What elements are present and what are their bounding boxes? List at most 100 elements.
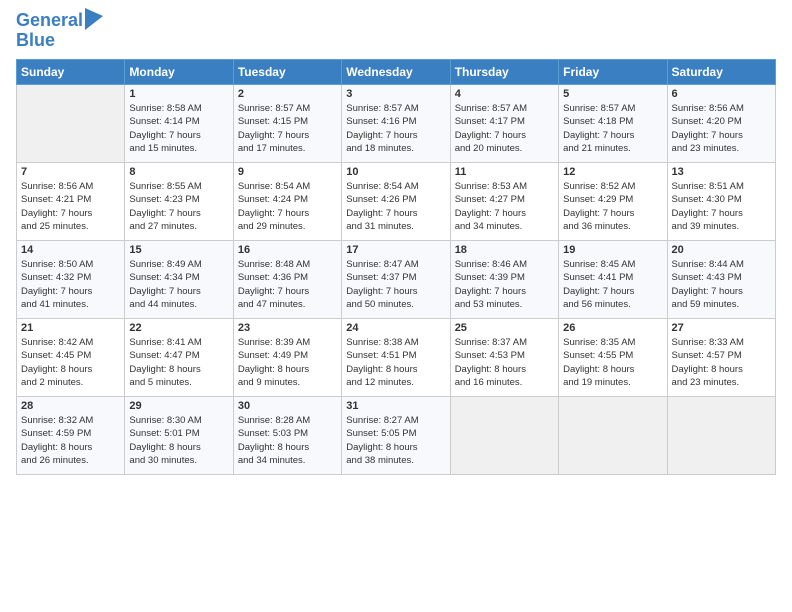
calendar-cell: 24 Sunrise: 8:38 AM Sunset: 4:51 PM Dayli… <box>342 319 450 397</box>
calendar-cell: 7Sunrise: 8:56 AM Sunset: 4:21 PM Daylig… <box>17 163 125 241</box>
weekday-header-row: SundayMondayTuesdayWednesdayThursdayFrid… <box>17 60 776 85</box>
calendar-cell: 16 Sunrise: 8:48 AM Sunset: 4:36 PM Dayli… <box>233 241 341 319</box>
week-row-3: 14Sunrise: 8:50 AM Sunset: 4:32 PM Dayli… <box>17 241 776 319</box>
logo-icon <box>85 8 103 30</box>
day-number: 6 <box>672 88 771 100</box>
day-info: Sunrise: 8:27 AM Sunset: 5:05 PM Dayligh… <box>346 414 445 467</box>
day-number: 12 <box>563 166 662 178</box>
day-number: 4 <box>455 88 554 100</box>
day-info: Sunrise: 8:48 AM Sunset: 4:36 PM Dayligh… <box>238 258 337 311</box>
calendar-cell: 14Sunrise: 8:50 AM Sunset: 4:32 PM Dayli… <box>17 241 125 319</box>
calendar-cell: 3 Sunrise: 8:57 AM Sunset: 4:16 PM Daylig… <box>342 85 450 163</box>
day-info: Sunrise: 8:54 AM Sunset: 4:26 PM Dayligh… <box>346 180 445 233</box>
week-row-5: 28 Sunrise: 8:32 AM Sunset: 4:59 PM Dayli… <box>17 397 776 475</box>
calendar-cell: 5 Sunrise: 8:57 AM Sunset: 4:18 PM Daylig… <box>559 85 667 163</box>
day-number: 20 <box>672 244 771 256</box>
day-number: 9 <box>238 166 337 178</box>
weekday-tuesday: Tuesday <box>233 60 341 85</box>
calendar-cell: 8 Sunrise: 8:55 AM Sunset: 4:23 PM Daylig… <box>125 163 233 241</box>
day-info: Sunrise: 8:56 AM Sunset: 4:20 PM Dayligh… <box>672 102 771 155</box>
day-number: 10 <box>346 166 445 178</box>
day-number: 31 <box>346 400 445 412</box>
day-info: Sunrise: 8:49 AM Sunset: 4:34 PM Dayligh… <box>129 258 228 311</box>
day-number: 28 <box>21 400 120 412</box>
day-info: Sunrise: 8:51 AM Sunset: 4:30 PM Dayligh… <box>672 180 771 233</box>
day-number: 5 <box>563 88 662 100</box>
day-number: 17 <box>346 244 445 256</box>
calendar-cell: 4Sunrise: 8:57 AM Sunset: 4:17 PM Daylig… <box>450 85 558 163</box>
weekday-sunday: Sunday <box>17 60 125 85</box>
day-number: 27 <box>672 322 771 334</box>
calendar-cell: 30 Sunrise: 8:28 AM Sunset: 5:03 PM Dayli… <box>233 397 341 475</box>
day-info: Sunrise: 8:38 AM Sunset: 4:51 PM Dayligh… <box>346 336 445 389</box>
logo: General Blue <box>16 10 103 51</box>
day-info: Sunrise: 8:37 AM Sunset: 4:53 PM Dayligh… <box>455 336 554 389</box>
day-info: Sunrise: 8:57 AM Sunset: 4:15 PM Dayligh… <box>238 102 337 155</box>
day-number: 1 <box>129 88 228 100</box>
day-number: 7 <box>21 166 120 178</box>
calendar-cell: 6 Sunrise: 8:56 AM Sunset: 4:20 PM Daylig… <box>667 85 775 163</box>
day-info: Sunrise: 8:57 AM Sunset: 4:18 PM Dayligh… <box>563 102 662 155</box>
calendar-cell: 27Sunrise: 8:33 AM Sunset: 4:57 PM Dayli… <box>667 319 775 397</box>
day-number: 13 <box>672 166 771 178</box>
calendar-cell: 29Sunrise: 8:30 AM Sunset: 5:01 PM Dayli… <box>125 397 233 475</box>
logo-blue: Blue <box>16 30 103 51</box>
weekday-saturday: Saturday <box>667 60 775 85</box>
day-number: 18 <box>455 244 554 256</box>
day-info: Sunrise: 8:28 AM Sunset: 5:03 PM Dayligh… <box>238 414 337 467</box>
calendar-cell: 26 Sunrise: 8:35 AM Sunset: 4:55 PM Dayli… <box>559 319 667 397</box>
weekday-friday: Friday <box>559 60 667 85</box>
weekday-wednesday: Wednesday <box>342 60 450 85</box>
day-number: 15 <box>129 244 228 256</box>
calendar-cell <box>450 397 558 475</box>
calendar-cell: 9 Sunrise: 8:54 AM Sunset: 4:24 PM Daylig… <box>233 163 341 241</box>
calendar-cell: 22Sunrise: 8:41 AM Sunset: 4:47 PM Dayli… <box>125 319 233 397</box>
day-number: 29 <box>129 400 228 412</box>
calendar-cell: 11 Sunrise: 8:53 AM Sunset: 4:27 PM Dayli… <box>450 163 558 241</box>
day-info: Sunrise: 8:55 AM Sunset: 4:23 PM Dayligh… <box>129 180 228 233</box>
day-number: 11 <box>455 166 554 178</box>
day-info: Sunrise: 8:58 AM Sunset: 4:14 PM Dayligh… <box>129 102 228 155</box>
day-info: Sunrise: 8:46 AM Sunset: 4:39 PM Dayligh… <box>455 258 554 311</box>
calendar-cell: 19 Sunrise: 8:45 AM Sunset: 4:41 PM Dayli… <box>559 241 667 319</box>
day-info: Sunrise: 8:35 AM Sunset: 4:55 PM Dayligh… <box>563 336 662 389</box>
day-number: 22 <box>129 322 228 334</box>
day-number: 25 <box>455 322 554 334</box>
day-info: Sunrise: 8:50 AM Sunset: 4:32 PM Dayligh… <box>21 258 120 311</box>
day-info: Sunrise: 8:44 AM Sunset: 4:43 PM Dayligh… <box>672 258 771 311</box>
day-number: 30 <box>238 400 337 412</box>
calendar-cell: 18 Sunrise: 8:46 AM Sunset: 4:39 PM Dayli… <box>450 241 558 319</box>
calendar-cell: 31 Sunrise: 8:27 AM Sunset: 5:05 PM Dayli… <box>342 397 450 475</box>
day-info: Sunrise: 8:45 AM Sunset: 4:41 PM Dayligh… <box>563 258 662 311</box>
day-number: 3 <box>346 88 445 100</box>
day-info: Sunrise: 8:53 AM Sunset: 4:27 PM Dayligh… <box>455 180 554 233</box>
calendar-cell <box>559 397 667 475</box>
week-row-1: 1 Sunrise: 8:58 AM Sunset: 4:14 PM Daylig… <box>17 85 776 163</box>
calendar-cell: 25 Sunrise: 8:37 AM Sunset: 4:53 PM Dayli… <box>450 319 558 397</box>
day-info: Sunrise: 8:54 AM Sunset: 4:24 PM Dayligh… <box>238 180 337 233</box>
day-number: 24 <box>346 322 445 334</box>
day-number: 16 <box>238 244 337 256</box>
day-number: 21 <box>21 322 120 334</box>
week-row-4: 21Sunrise: 8:42 AM Sunset: 4:45 PM Dayli… <box>17 319 776 397</box>
day-number: 19 <box>563 244 662 256</box>
calendar-cell: 20 Sunrise: 8:44 AM Sunset: 4:43 PM Dayli… <box>667 241 775 319</box>
day-number: 23 <box>238 322 337 334</box>
calendar-cell <box>17 85 125 163</box>
calendar-cell <box>667 397 775 475</box>
weekday-monday: Monday <box>125 60 233 85</box>
calendar-cell: 1 Sunrise: 8:58 AM Sunset: 4:14 PM Daylig… <box>125 85 233 163</box>
calendar-cell: 17 Sunrise: 8:47 AM Sunset: 4:37 PM Dayli… <box>342 241 450 319</box>
calendar-cell: 23Sunrise: 8:39 AM Sunset: 4:49 PM Dayli… <box>233 319 341 397</box>
calendar-cell: 28 Sunrise: 8:32 AM Sunset: 4:59 PM Dayli… <box>17 397 125 475</box>
day-info: Sunrise: 8:57 AM Sunset: 4:16 PM Dayligh… <box>346 102 445 155</box>
day-number: 26 <box>563 322 662 334</box>
day-number: 8 <box>129 166 228 178</box>
day-info: Sunrise: 8:47 AM Sunset: 4:37 PM Dayligh… <box>346 258 445 311</box>
calendar-body: 1 Sunrise: 8:58 AM Sunset: 4:14 PM Daylig… <box>17 85 776 475</box>
calendar-cell: 10 Sunrise: 8:54 AM Sunset: 4:26 PM Dayli… <box>342 163 450 241</box>
main-container: General Blue SundayMondayTuesdayWednesda… <box>0 0 792 485</box>
week-row-2: 7Sunrise: 8:56 AM Sunset: 4:21 PM Daylig… <box>17 163 776 241</box>
calendar-cell: 13 Sunrise: 8:51 AM Sunset: 4:30 PM Dayli… <box>667 163 775 241</box>
day-info: Sunrise: 8:32 AM Sunset: 4:59 PM Dayligh… <box>21 414 120 467</box>
